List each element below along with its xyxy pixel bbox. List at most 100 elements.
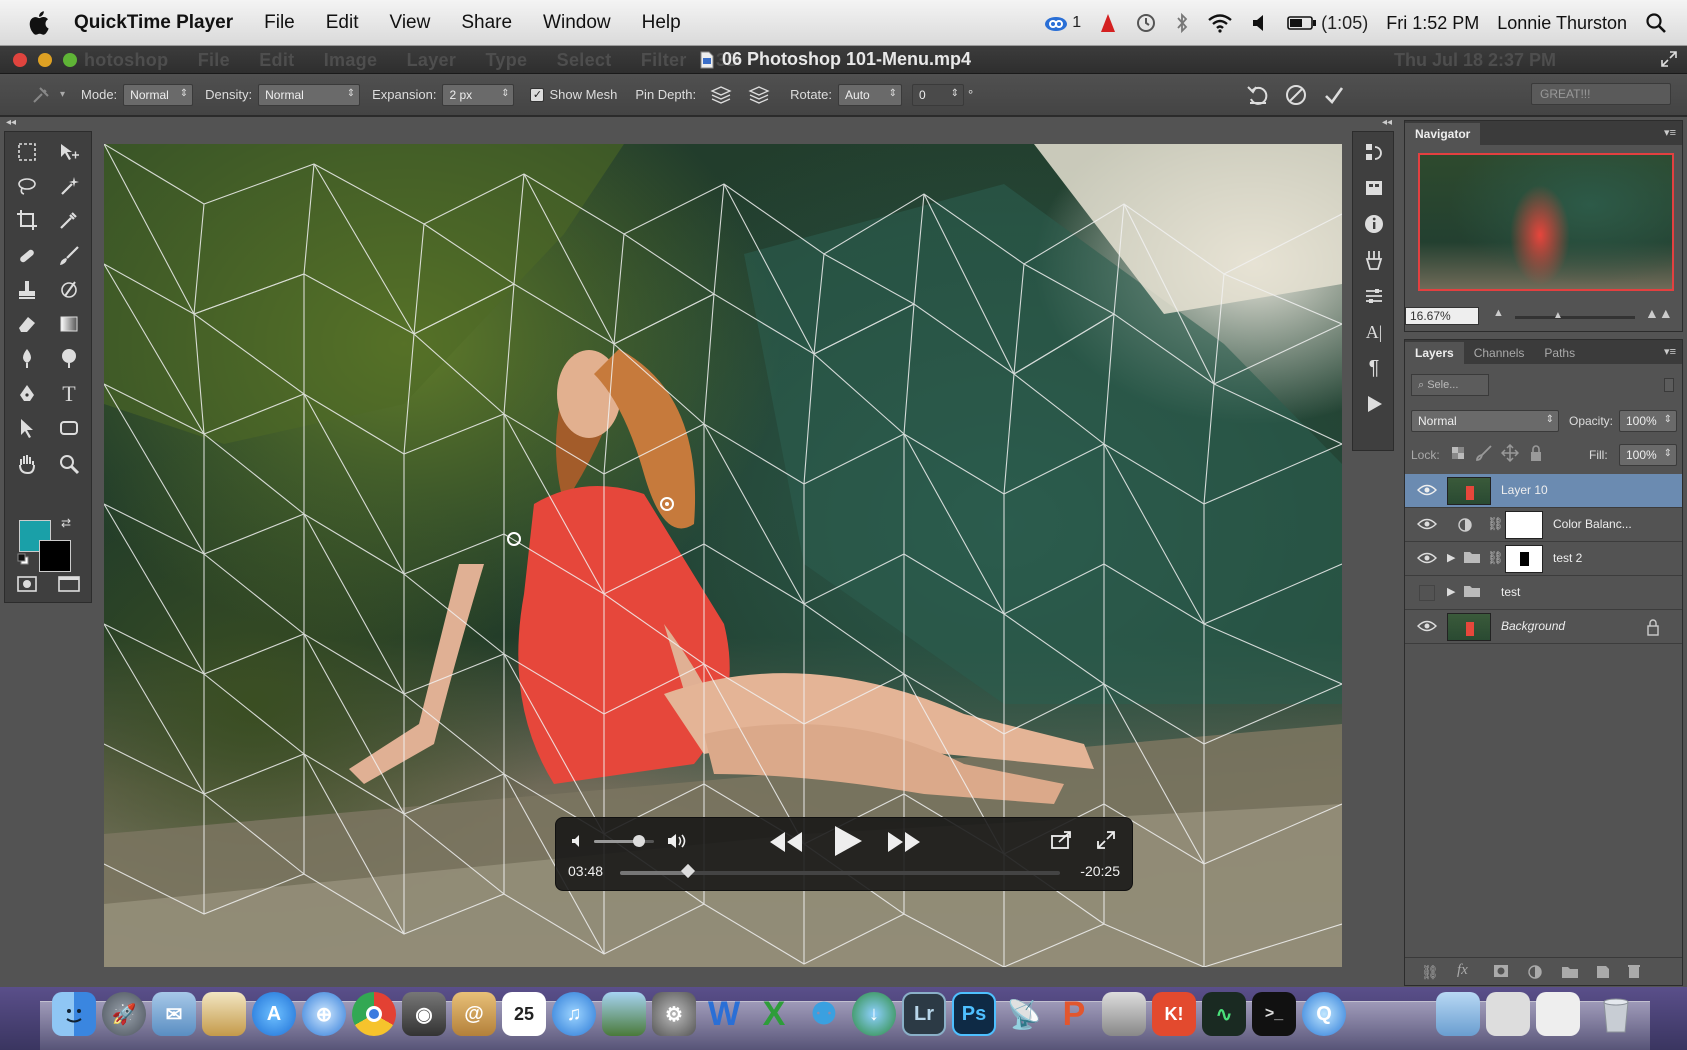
panel-menu-icon[interactable]: ▾≡ [1664,126,1676,139]
apple-icon[interactable] [26,10,52,36]
activity-monitor-icon[interactable]: ∿ [1202,992,1246,1036]
blur-tool-icon[interactable] [13,344,41,372]
navigator-zoom-input[interactable]: 16.67% [1405,307,1479,325]
lasso-tool-icon[interactable] [13,172,41,200]
wifi-icon[interactable] [1207,11,1233,35]
safari-icon[interactable]: ⊕ [302,992,346,1036]
messenger-icon[interactable]: ⚉ [802,992,846,1036]
default-colors-icon[interactable] [17,552,29,565]
visibility-eye-icon[interactable] [1417,483,1437,497]
volume-low-icon[interactable] [570,833,586,854]
screen-mode-icon[interactable] [55,570,83,598]
info-panel-icon[interactable] [1362,212,1386,236]
fullscreen-button[interactable] [1096,830,1116,855]
photoshop-icon[interactable]: Ps [952,992,996,1036]
zoom-slider-knob[interactable]: ▲ [1553,310,1563,321]
new-layer-icon[interactable] [1595,964,1611,985]
brush-tool-icon[interactable] [55,242,83,270]
user-name[interactable]: Lonnie Thurston [1497,13,1627,34]
collapse-panels-icon[interactable]: ◂◂ [1382,117,1392,128]
paragraph-panel-icon[interactable]: ¶ [1362,356,1386,380]
lock-position-icon[interactable] [1500,443,1520,467]
zoom-tool-icon[interactable] [55,450,83,478]
volume-slider[interactable] [594,835,654,847]
layer-row[interactable]: Background [1405,610,1682,644]
collapse-tools-icon[interactable]: ◂◂ [6,117,16,128]
satellite-app-icon[interactable]: 📡 [1002,992,1046,1036]
lightroom-icon[interactable]: Lr [902,992,946,1036]
word-icon[interactable]: W [702,992,746,1036]
excel-icon[interactable]: X [752,992,796,1036]
layer-row[interactable]: ▶ test [1405,576,1682,610]
trash-icon[interactable] [1594,992,1638,1036]
rectangle-tool-icon[interactable] [55,414,83,442]
opacity-input[interactable]: 100% [1619,410,1677,432]
documents-stack-icon[interactable] [1486,992,1530,1036]
magic-wand-tool-icon[interactable] [55,172,83,200]
gradient-tool-icon[interactable] [55,310,83,338]
density-select[interactable]: Normal [258,83,361,106]
quick-mask-icon[interactable] [13,570,41,598]
marquee-tool-icon[interactable] [13,138,41,166]
layer-filter-toggle[interactable] [1664,378,1674,392]
contacts-icon[interactable]: @ [452,992,496,1036]
hand-tool-icon[interactable] [13,450,41,478]
zoom-slider[interactable] [1515,316,1635,319]
layer-row[interactable]: Layer 10 [1405,474,1682,508]
photo-booth-icon[interactable] [1102,992,1146,1036]
zoom-in-icon[interactable]: ▲▲ [1645,305,1673,321]
tab-paths[interactable]: Paths [1534,342,1585,364]
bluetooth-icon[interactable] [1175,11,1189,35]
play-button[interactable] [832,824,864,863]
eraser-tool-icon[interactable] [13,310,41,338]
clone-stamp-tool-icon[interactable] [13,276,41,304]
volume-slider-knob[interactable] [633,835,645,847]
tab-layers[interactable]: Layers [1405,342,1464,364]
visibility-eye-icon[interactable] [1417,517,1437,531]
timeline-panel-icon[interactable] [1362,392,1386,416]
link-layers-icon[interactable]: ⛓ [1421,964,1439,981]
battery-icon[interactable]: (1:05) [1287,11,1368,35]
menu-file[interactable]: File [264,12,295,34]
applications-folder-icon[interactable] [1436,992,1480,1036]
spot-healing-tool-icon[interactable] [13,242,41,270]
rewind-button[interactable] [768,830,804,859]
visibility-eye-icon[interactable] [1417,619,1437,633]
path-selection-tool-icon[interactable] [13,414,41,442]
actions-panel-icon[interactable] [1362,176,1386,200]
show-mesh-checkbox[interactable]: ✓ [530,87,545,102]
adjustments-panel-icon[interactable] [1362,284,1386,308]
iphoto-icon[interactable] [602,992,646,1036]
navigator-thumbnail[interactable] [1418,153,1674,291]
app-store-icon[interactable]: A [252,992,296,1036]
quicktime-icon[interactable]: Q [1302,992,1346,1036]
menu-share[interactable]: Share [461,12,512,34]
menu-window[interactable]: Window [543,12,611,34]
swap-colors-icon[interactable]: ⇄ [61,516,71,530]
history-brush-tool-icon[interactable] [55,276,83,304]
finder-icon[interactable] [52,992,96,1036]
eyedropper-tool-icon[interactable] [55,206,83,234]
rotate-select[interactable]: Auto [838,83,903,106]
layer-row[interactable]: ▶ ⛓ test 2 [1405,542,1682,576]
share-button[interactable] [1050,830,1072,855]
expansion-input[interactable]: 2 px [442,83,515,106]
history-panel-icon[interactable] [1362,140,1386,164]
clock[interactable]: Fri 1:52 PM [1386,13,1479,34]
group-expand-icon[interactable]: ▶ [1447,585,1455,598]
scrubber-playhead[interactable] [681,863,696,879]
commit-warp-icon[interactable] [1322,83,1346,107]
menu-app-name[interactable]: QuickTime Player [74,12,233,34]
new-adjustment-layer-icon[interactable] [1527,964,1543,985]
add-mask-icon[interactable] [1493,964,1509,983]
layers-panel-menu-icon[interactable]: ▾≡ [1664,345,1676,358]
visibility-eye-icon[interactable] [1417,551,1437,565]
terminal-icon[interactable]: >_ [1252,992,1296,1036]
undo-pin-icon[interactable] [1246,83,1270,107]
volume-high-icon[interactable] [666,831,688,856]
move-tool-icon[interactable] [55,138,83,166]
menu-edit[interactable]: Edit [326,12,359,34]
scrubber-track[interactable] [620,863,1060,879]
creative-cloud-icon[interactable]: 1 [1043,11,1081,35]
lock-transparency-icon[interactable] [1451,446,1465,465]
